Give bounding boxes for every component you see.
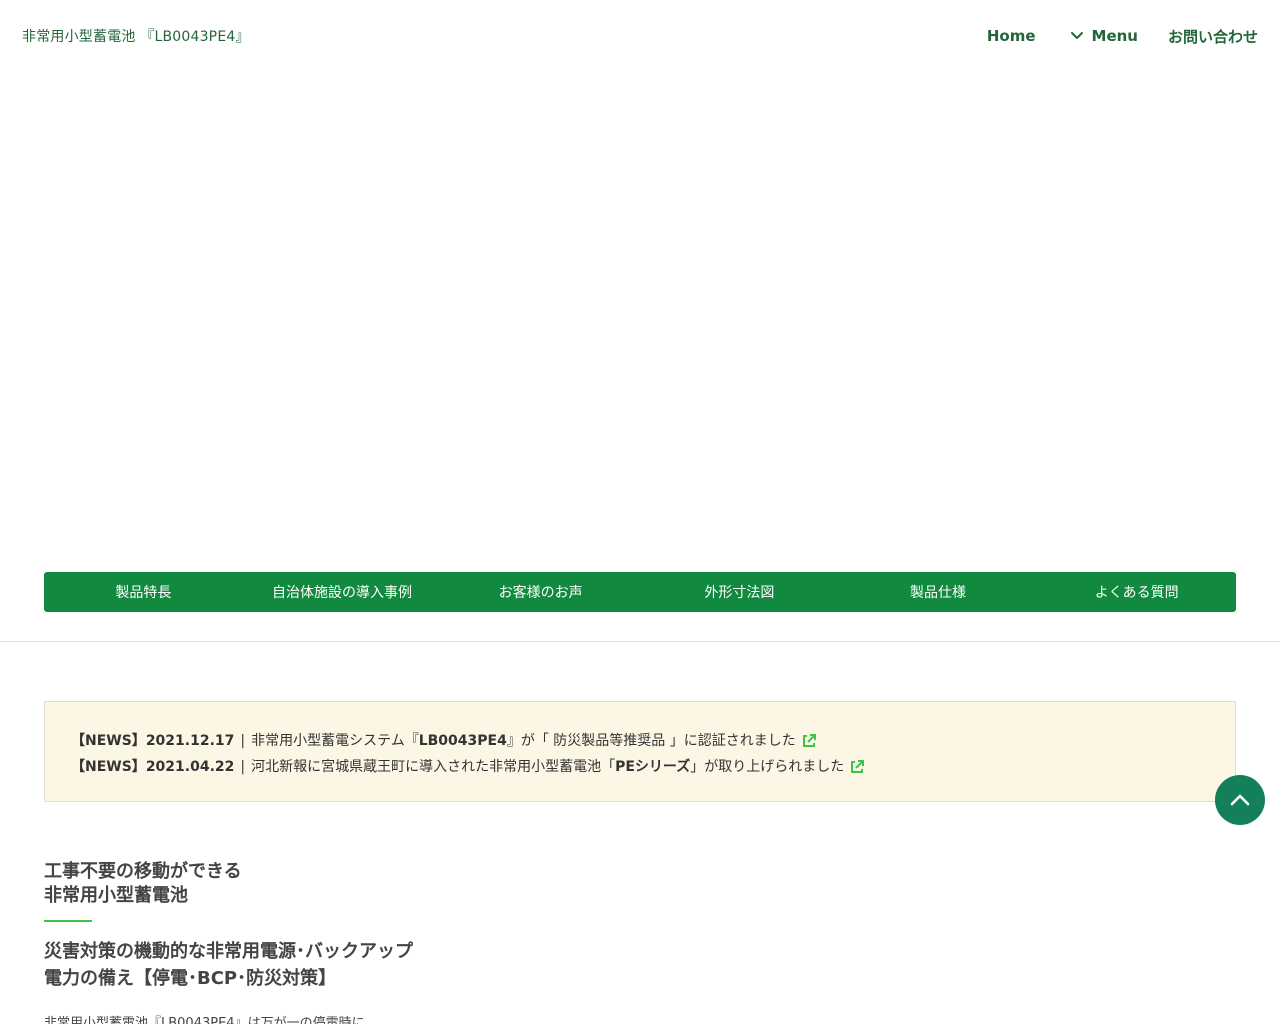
news-separator: | [240,759,246,775]
news-box: 【NEWS】 2021.12.17 | 非常用小型蓄電システム『 LB0043P… [44,701,1236,802]
chevron-up-icon [1229,793,1251,807]
intro-section: 工事不要の移動ができる 非常用小型蓄電池 災害対策の機動的な非常用電源･バックア… [44,860,424,1024]
nav-contact-link[interactable]: お問い合わせ [1168,26,1258,47]
news-date: 2021.04.22 [145,759,235,775]
news-tag: 【NEWS】 [71,733,146,749]
hero-area [0,72,1280,562]
section-divider [0,641,1280,642]
tab-faq[interactable]: よくある質問 [1037,572,1236,612]
section-heading: 工事不要の移動ができる 非常用小型蓄電池 [44,860,424,908]
news-tag: 【NEWS】 [71,759,146,775]
tab-municipal-cases[interactable]: 自治体施設の導入事例 [243,572,442,612]
news-date: 2021.12.17 [145,733,235,749]
tab-customer-voices[interactable]: お客様のお声 [441,572,640,612]
section-heading-line-1: 工事不要の移動ができる [44,861,242,882]
back-to-top-button[interactable] [1215,775,1265,825]
intro-paragraph: 非常用小型蓄電池『LB0043PE4』は万が一の停電時に [44,1016,365,1024]
tab-features[interactable]: 製品特長 [44,572,243,612]
nav-home-link[interactable]: Home [987,27,1036,45]
external-link-icon [801,733,817,749]
external-link-icon [849,759,865,775]
news-text-post: 』が「 防災製品等推奨品 」に認証されました [506,733,796,749]
news-text-emphasis: PEシリーズ [615,759,691,775]
news-text-pre: 非常用小型蓄電システム『 [251,733,419,749]
nav-menu-label: Menu [1091,27,1138,45]
news-item[interactable]: 【NEWS】 2021.12.17 | 非常用小型蓄電システム『 LB0043P… [71,728,1209,754]
section-heading-line-2: 非常用小型蓄電池 [44,885,188,906]
nav-menu-toggle[interactable]: Menu [1070,27,1138,45]
site-header: 非常用小型蓄電池 『LB0043PE4』 Home Menu お問い合わせ [0,0,1280,72]
heading-accent-bar [44,920,92,922]
news-text-pre: 河北新報に宮城県蔵王町に導入された非常用小型蓄電池「 [251,759,616,775]
top-nav: Home Menu お問い合わせ [987,0,1258,72]
section-tab-bar: 製品特長 自治体施設の導入事例 お客様のお声 外形寸法図 製品仕様 よくある質問 [44,572,1236,612]
section-subheading: 災害対策の機動的な非常用電源･バックアップ電力の備え【停電･BCP･防災対策】 [44,941,413,989]
site-brand-link[interactable]: 非常用小型蓄電池 『LB0043PE4』 [22,26,250,46]
news-item[interactable]: 【NEWS】 2021.04.22 | 河北新報に宮城県蔵王町に導入された非常用… [71,754,1209,780]
news-text-emphasis: LB0043PE4 [418,733,507,749]
news-separator: | [240,733,246,749]
tab-specifications[interactable]: 製品仕様 [839,572,1038,612]
tab-dimensions[interactable]: 外形寸法図 [640,572,839,612]
chevron-down-icon [1070,31,1084,41]
news-text-post: 」が取り上げられました [690,759,845,775]
